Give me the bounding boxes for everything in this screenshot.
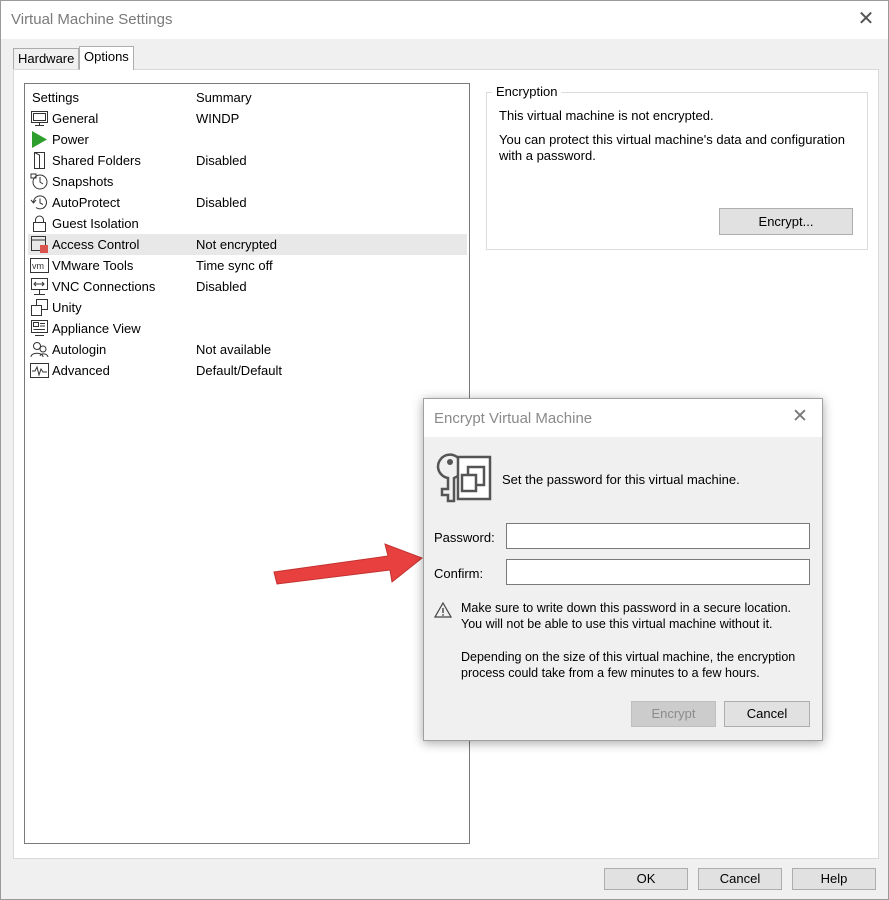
appliance-icon	[30, 319, 49, 338]
ok-button[interactable]: OK	[604, 868, 688, 890]
list-item-shared-folders[interactable]: Shared Folders Disabled	[28, 150, 467, 171]
tab-hardware[interactable]: Hardware	[13, 48, 80, 69]
password-field[interactable]	[506, 523, 810, 549]
list-item-summary: Not available	[196, 342, 272, 357]
close-icon[interactable]: ✕	[790, 407, 810, 427]
key-lock-icon	[434, 449, 492, 507]
warning-line1: Make sure to write down this password in…	[461, 601, 792, 615]
list-item-vnc-connections[interactable]: VNC Connections Disabled	[28, 276, 467, 297]
list-item-summary: Default/Default	[196, 363, 282, 378]
monitor-icon	[30, 109, 49, 128]
list-item-summary: Disabled	[196, 195, 247, 210]
tab-options[interactable]: Options	[79, 46, 134, 70]
list-item-appliance-view[interactable]: Appliance View	[28, 318, 467, 339]
encryption-group-label: Encryption	[492, 84, 562, 99]
note-line1: Depending on the size of this virtual ma…	[461, 650, 796, 664]
list-item-name: Power	[52, 132, 89, 147]
lock-icon	[30, 214, 49, 233]
list-item-summary: WINDP	[196, 111, 240, 126]
users-icon	[30, 340, 49, 359]
list-item-access-control[interactable]: Access Control Not encrypted	[28, 234, 467, 255]
title-bar: Virtual Machine Settings ✕	[1, 1, 888, 39]
network-icon	[30, 277, 49, 296]
encrypt-button[interactable]: Encrypt...	[719, 208, 853, 235]
settings-list: Settings Summary General WINDP Power Sha…	[24, 83, 470, 844]
history-icon	[30, 193, 49, 212]
settings-column-header[interactable]: Settings	[32, 90, 79, 105]
confirm-label: Confirm:	[434, 566, 484, 581]
shared-folder-icon	[30, 151, 49, 170]
list-item-name: AutoProtect	[52, 195, 120, 210]
list-item-name: VMware Tools	[52, 258, 134, 273]
unity-icon	[30, 298, 49, 317]
dialog-intro-text: Set the password for this virtual machin…	[502, 472, 740, 487]
list-item-name: Guest Isolation	[52, 216, 139, 231]
dialog-title: Encrypt Virtual Machine	[434, 410, 593, 427]
dialog-cancel-button[interactable]: Cancel	[724, 701, 810, 727]
encrypt-vm-dialog: Encrypt Virtual Machine ✕ Set the passwo…	[423, 398, 823, 741]
list-item-name: Appliance View	[52, 321, 141, 336]
warning-icon	[433, 601, 453, 621]
list-item-autologin[interactable]: Autologin Not available	[28, 339, 467, 360]
encryption-info-line2: with a password.	[499, 148, 596, 163]
access-control-icon	[30, 235, 49, 254]
warning-line2: You will not be able to use this virtual…	[461, 617, 773, 631]
password-label: Password:	[434, 530, 495, 545]
list-item-name: Advanced	[52, 363, 110, 378]
window-title: Virtual Machine Settings	[11, 11, 173, 28]
svg-text:vm: vm	[32, 261, 44, 271]
list-item-summary: Disabled	[196, 153, 247, 168]
close-icon[interactable]: ✕	[856, 9, 876, 29]
list-item-summary: Not encrypted	[196, 237, 277, 252]
list-item-snapshots[interactable]: Snapshots	[28, 171, 467, 192]
vm-icon: vm	[30, 256, 49, 275]
list-item-name: Unity	[52, 300, 82, 315]
list-item-advanced[interactable]: Advanced Default/Default	[28, 360, 467, 381]
note-line2: process could take from a few minutes to…	[461, 666, 760, 680]
list-item-name: Shared Folders	[52, 153, 141, 168]
list-item-name: Snapshots	[52, 174, 114, 189]
summary-column-header[interactable]: Summary	[196, 90, 252, 105]
play-icon	[30, 130, 49, 149]
list-item-guest-isolation[interactable]: Guest Isolation	[28, 213, 467, 234]
list-item-autoprotect[interactable]: AutoProtect Disabled	[28, 192, 467, 213]
list-item-power[interactable]: Power	[28, 129, 467, 150]
list-item-name: General	[52, 111, 99, 126]
dialog-encrypt-button[interactable]: Encrypt	[631, 701, 716, 727]
list-item-name: Access Control	[52, 237, 140, 252]
list-item-unity[interactable]: Unity	[28, 297, 467, 318]
dialog-title-bar: Encrypt Virtual Machine ✕	[424, 399, 822, 437]
list-item-vmware-tools[interactable]: vm VMware Tools Time sync off	[28, 255, 467, 276]
help-button[interactable]: Help	[792, 868, 876, 890]
list-item-name: Autologin	[52, 342, 107, 357]
list-item-summary: Time sync off	[196, 258, 273, 273]
list-item-general[interactable]: General WINDP	[28, 108, 467, 129]
encryption-info-line1: You can protect this virtual machine's d…	[499, 132, 845, 147]
clock-icon	[30, 172, 49, 191]
list-item-summary: Disabled	[196, 279, 247, 294]
cancel-button[interactable]: Cancel	[698, 868, 782, 890]
pulse-icon	[30, 361, 49, 380]
encryption-status-text: This virtual machine is not encrypted.	[499, 108, 714, 123]
annotation-arrow	[273, 543, 423, 585]
list-item-name: VNC Connections	[52, 279, 156, 294]
confirm-password-field[interactable]	[506, 559, 810, 585]
